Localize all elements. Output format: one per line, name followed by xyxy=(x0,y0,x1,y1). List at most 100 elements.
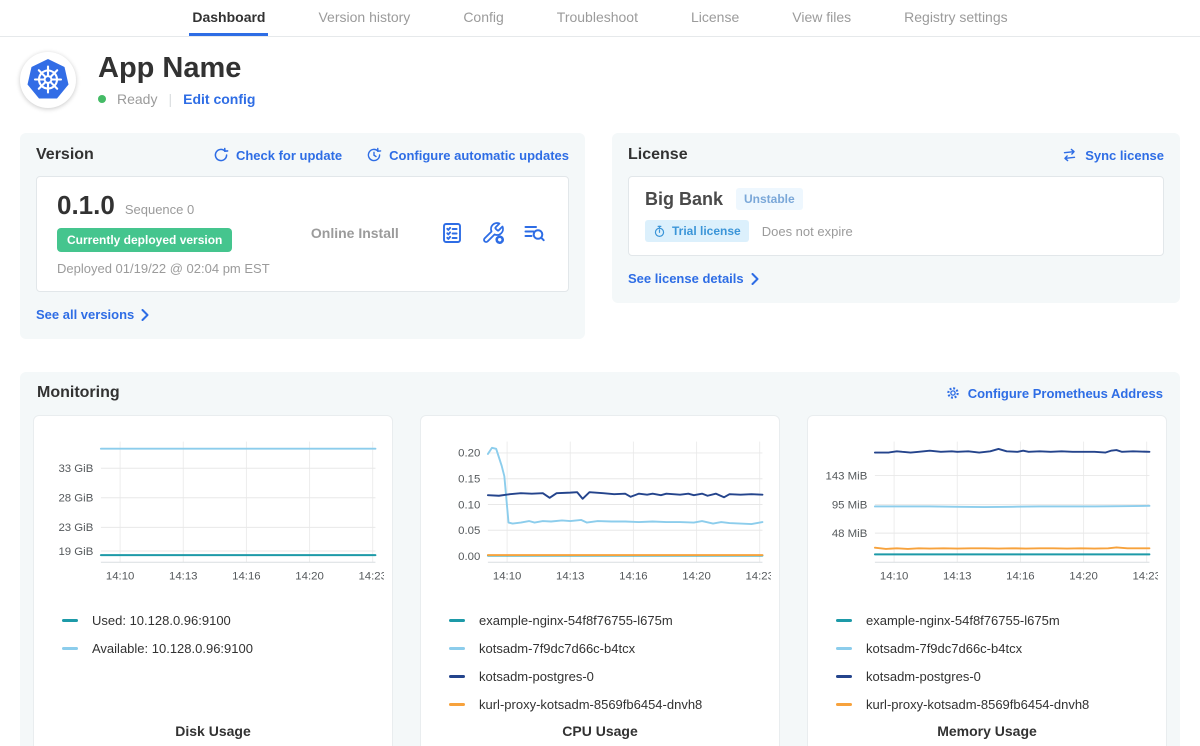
legend-label: kotsadm-7f9dc7d66c-b4tcx xyxy=(479,641,635,656)
x-tick-label: 14:10 xyxy=(880,570,909,582)
disk-usage-chart: 14:1014:1314:1614:2014:2333 GiB28 GiB23 … xyxy=(42,426,384,594)
clock-refresh-icon xyxy=(366,147,382,163)
deploy-logs-icon[interactable] xyxy=(522,221,546,245)
legend-item: example-nginx-54f8f76755-l675m xyxy=(836,606,1158,634)
legend-swatch xyxy=(449,647,465,650)
chart-title: Memory Usage xyxy=(816,723,1158,739)
legend-item: kotsadm-postgres-0 xyxy=(836,662,1158,690)
divider: | xyxy=(168,91,172,107)
page-title: App Name xyxy=(98,53,255,85)
license-card-title: License xyxy=(628,146,688,164)
legend-swatch xyxy=(449,675,465,678)
chevron-right-icon xyxy=(751,273,759,285)
legend-label: kurl-proxy-kotsadm-8569fb6454-dnvh8 xyxy=(866,697,1089,712)
tab-config[interactable]: Config xyxy=(460,0,506,36)
gear-icon xyxy=(945,385,961,401)
legend-swatch xyxy=(62,647,78,650)
app-logo xyxy=(20,52,76,108)
preflight-checks-icon[interactable] xyxy=(440,221,464,245)
configure-prometheus-link[interactable]: Configure Prometheus Address xyxy=(945,385,1163,401)
legend-swatch xyxy=(449,703,465,706)
configure-automatic-updates-link[interactable]: Configure automatic updates xyxy=(366,147,569,163)
current-version-card: 0.1.0 Sequence 0 Currently deployed vers… xyxy=(36,176,569,292)
tab-troubleshoot[interactable]: Troubleshoot xyxy=(554,0,641,36)
x-tick-label: 14:16 xyxy=(1006,570,1035,582)
swap-arrows-icon xyxy=(1061,147,1078,163)
edit-config-link[interactable]: Edit config xyxy=(183,91,255,107)
y-tick-label: 19 GiB xyxy=(58,546,93,558)
tab-dashboard[interactable]: Dashboard xyxy=(189,0,268,36)
deployed-timestamp: Deployed 01/19/22 @ 02:04 pm EST xyxy=(57,261,270,276)
monitoring-title: Monitoring xyxy=(37,384,120,402)
chart-title: CPU Usage xyxy=(429,723,771,739)
see-license-details-link[interactable]: See license details xyxy=(628,271,759,286)
install-type-label: Online Install xyxy=(311,225,399,241)
legend-item: kurl-proxy-kotsadm-8569fb6454-dnvh8 xyxy=(449,690,771,718)
legend-label: kotsadm-postgres-0 xyxy=(866,669,981,684)
x-tick-label: 14:23 xyxy=(1132,570,1158,582)
x-tick-label: 14:20 xyxy=(1069,570,1098,582)
legend-item: kotsadm-7f9dc7d66c-b4tcx xyxy=(836,634,1158,662)
legend-label: kotsadm-postgres-0 xyxy=(479,669,594,684)
cpu-usage-chart-card: 14:1014:1314:1614:2014:230.200.150.100.0… xyxy=(420,415,780,746)
y-tick-label: 48 MiB xyxy=(832,528,867,540)
legend-label: example-nginx-54f8f76755-l675m xyxy=(866,613,1060,628)
memory-usage-chart-card: 14:1014:1314:1614:2014:23143 MiB95 MiB48… xyxy=(807,415,1167,746)
legend-item: kotsadm-7f9dc7d66c-b4tcx xyxy=(449,634,771,662)
y-tick-label: 0.20 xyxy=(458,448,480,460)
x-tick-label: 14:16 xyxy=(232,570,261,582)
y-tick-label: 0.10 xyxy=(458,499,480,511)
sync-license-link[interactable]: Sync license xyxy=(1061,147,1164,163)
legend-swatch xyxy=(836,675,852,678)
series-line xyxy=(875,449,1150,453)
x-tick-label: 14:13 xyxy=(943,570,972,582)
version-info: 0.1.0 Sequence 0 Currently deployed vers… xyxy=(57,190,270,276)
legend-label: example-nginx-54f8f76755-l675m xyxy=(479,613,673,628)
see-all-versions-link[interactable]: See all versions xyxy=(36,307,149,322)
y-tick-label: 0.00 xyxy=(458,551,480,563)
y-tick-label: 28 GiB xyxy=(58,493,93,505)
y-tick-label: 0.05 xyxy=(458,525,480,537)
y-tick-label: 33 GiB xyxy=(58,463,93,475)
license-detail-card: Big Bank Unstable Trial license Does not… xyxy=(628,176,1164,256)
series-line xyxy=(488,492,763,499)
status-text: Ready xyxy=(117,91,157,107)
disk-usage-legend: Used: 10.128.0.96:9100Available: 10.128.… xyxy=(62,606,384,723)
legend-swatch xyxy=(62,619,78,622)
memory-usage-legend: example-nginx-54f8f76755-l675m kotsadm-7f… xyxy=(836,606,1158,723)
legend-label: kotsadm-7f9dc7d66c-b4tcx xyxy=(866,641,1022,656)
tab-version-history[interactable]: Version history xyxy=(315,0,413,36)
expiry-label: Does not expire xyxy=(762,224,853,239)
disk-usage-chart-card: 14:1014:1314:1614:2014:2333 GiB28 GiB23 … xyxy=(33,415,393,746)
series-line xyxy=(875,547,1150,549)
legend-swatch xyxy=(836,703,852,706)
series-line xyxy=(488,448,763,524)
cpu-usage-chart: 14:1014:1314:1614:2014:230.200.150.100.0… xyxy=(429,426,771,594)
legend-label: Available: 10.128.0.96:9100 xyxy=(92,641,253,656)
version-card: Version Check for update xyxy=(20,133,585,339)
tab-view-files[interactable]: View files xyxy=(789,0,854,36)
version-card-title: Version xyxy=(36,146,94,164)
app-header: App Name Ready | Edit config xyxy=(20,52,1180,108)
tab-registry-settings[interactable]: Registry settings xyxy=(901,0,1010,36)
x-tick-label: 14:23 xyxy=(745,570,771,582)
x-tick-label: 14:13 xyxy=(169,570,198,582)
tab-license[interactable]: License xyxy=(688,0,742,36)
series-line xyxy=(875,506,1150,507)
chart-title: Disk Usage xyxy=(42,723,384,739)
x-tick-label: 14:20 xyxy=(295,570,324,582)
stopwatch-icon xyxy=(653,225,666,238)
license-card: License Sync license Big Bank Unstable xyxy=(612,133,1180,303)
status-dot xyxy=(98,95,106,103)
monitoring-section: Monitoring Configure Prometheus Address … xyxy=(20,372,1180,746)
x-tick-label: 14:10 xyxy=(106,570,135,582)
legend-swatch xyxy=(836,619,852,622)
trial-license-badge: Trial license xyxy=(645,220,749,242)
version-number: 0.1.0 xyxy=(57,190,115,221)
y-tick-label: 143 MiB xyxy=(826,470,868,482)
check-for-update-link[interactable]: Check for update xyxy=(213,147,342,163)
view-config-wrench-icon[interactable] xyxy=(481,221,505,245)
x-tick-label: 14:16 xyxy=(619,570,648,582)
top-nav: Dashboard Version history Config Trouble… xyxy=(0,0,1200,37)
legend-item: kotsadm-postgres-0 xyxy=(449,662,771,690)
